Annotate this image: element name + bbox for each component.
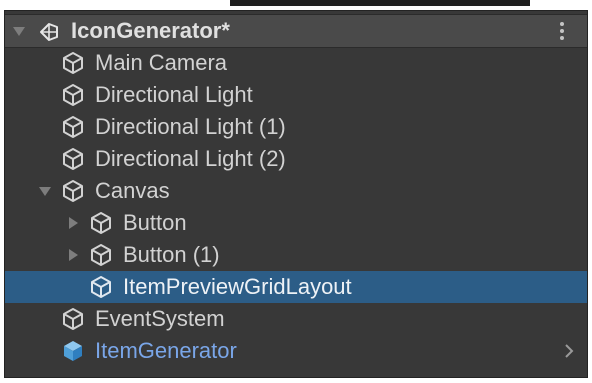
unity-scene-icon: [40, 23, 58, 41]
hierarchy-panel: IconGenerator* Main Camera Directional L…: [4, 10, 588, 378]
hierarchy-item-label: ItemGenerator: [95, 338, 237, 363]
hierarchy-item-label: Main Camera: [95, 50, 228, 75]
expand-arrow-down-icon[interactable]: [39, 187, 51, 196]
hierarchy-item-directional-light-2[interactable]: Directional Light (2): [5, 143, 587, 175]
hierarchy-item-label: Button: [123, 210, 187, 235]
hierarchy-item-main-camera[interactable]: Main Camera: [5, 47, 587, 79]
hierarchy-window-frame: IconGenerator* Main Camera Directional L…: [0, 0, 592, 383]
hierarchy-item-button[interactable]: Button: [5, 207, 587, 239]
gameobject-cube-icon: [63, 52, 83, 74]
gameobject-cube-icon: [63, 308, 83, 330]
hierarchy-item-label: Directional Light (2): [95, 146, 286, 171]
hierarchy-item-canvas[interactable]: Canvas: [5, 175, 587, 207]
hierarchy-item-label: ItemPreviewGridLayout: [123, 274, 352, 299]
gameobject-cube-icon: [63, 148, 83, 170]
hierarchy-item-directional-light[interactable]: Directional Light: [5, 79, 587, 111]
expand-arrow-right-icon[interactable]: [69, 217, 78, 229]
hierarchy-item-label: Directional Light (1): [95, 114, 286, 139]
prefab-cube-icon: [64, 341, 82, 361]
hierarchy-item-label: EventSystem: [95, 306, 225, 331]
hierarchy-item-button-1[interactable]: Button (1): [5, 239, 587, 271]
scene-expand-arrow-icon[interactable]: [13, 27, 25, 36]
gameobject-cube-icon: [91, 212, 111, 234]
scene-row[interactable]: IconGenerator*: [5, 14, 587, 48]
gameobject-cube-icon: [91, 244, 111, 266]
hierarchy-item-directional-light-1[interactable]: Directional Light (1): [5, 111, 587, 143]
hierarchy-item-label: Button (1): [123, 242, 220, 267]
hierarchy-item-event-system[interactable]: EventSystem: [5, 303, 587, 335]
window-top-edge: [230, 0, 530, 6]
expand-arrow-right-icon[interactable]: [69, 249, 78, 261]
hierarchy-item-label: Canvas: [95, 178, 170, 203]
hierarchy-item-label: Directional Light: [95, 82, 253, 107]
kebab-menu-icon[interactable]: [559, 22, 565, 42]
chevron-right-icon[interactable]: [561, 343, 577, 359]
gameobject-cube-icon: [63, 116, 83, 138]
scene-name: IconGenerator*: [71, 18, 230, 43]
gameobject-cube-icon: [91, 276, 111, 298]
hierarchy-item-item-generator[interactable]: ItemGenerator: [5, 335, 587, 367]
hierarchy-item-item-preview-grid-layout[interactable]: ItemPreviewGridLayout: [5, 271, 587, 303]
gameobject-cube-icon: [63, 84, 83, 106]
gameobject-cube-icon: [63, 180, 83, 202]
